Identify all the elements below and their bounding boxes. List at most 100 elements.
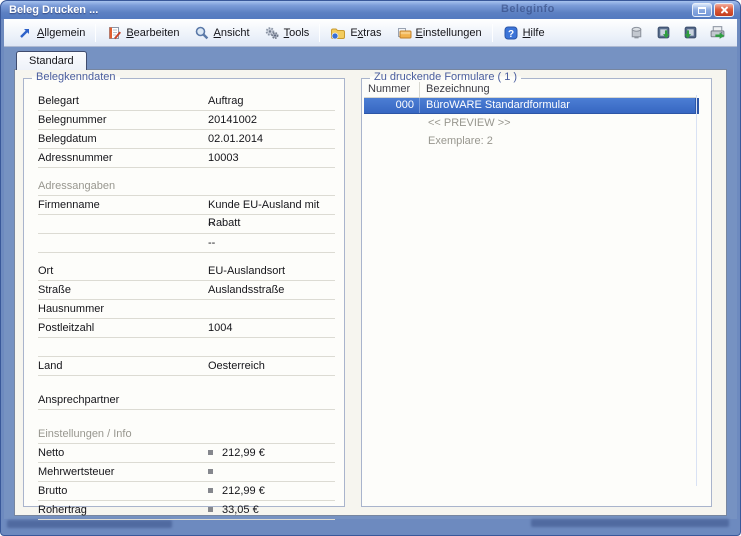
section-adressangaben: Adressangaben: [38, 177, 335, 196]
row-firmenname-2: --: [38, 215, 335, 234]
field-label: Hausnummer: [38, 303, 105, 315]
cell-nummer: 000: [364, 98, 420, 113]
group-legend: Belegkenndaten: [32, 71, 120, 83]
menu-item-allgemein[interactable]: Allgemein: [10, 23, 92, 43]
copies-option[interactable]: Exemplare: 2: [364, 132, 709, 150]
window-title: Beleg Drucken ...: [9, 4, 99, 16]
field-label: Belegdatum: [38, 133, 97, 145]
preview-option[interactable]: << PREVIEW >>: [364, 114, 709, 132]
field-value: --: [208, 237, 216, 249]
field-value: 33,05 €: [208, 501, 335, 519]
row-belegnummer: Belegnummer 20141002: [38, 111, 335, 130]
menu-label: Ansicht: [213, 26, 250, 39]
row-blank: [38, 338, 335, 357]
arrow-up-right-icon: [20, 28, 29, 38]
field-value: 10003: [208, 152, 239, 164]
menu-label: Bearbeiten: [126, 26, 180, 39]
cell-bezeichnung: BüroWARE Standardformular: [426, 99, 570, 111]
value-marker-icon: [208, 488, 213, 493]
maximize-button[interactable]: [692, 3, 712, 17]
field-value: 212,99 €: [208, 444, 335, 462]
field-label: Adressnummer: [38, 152, 113, 164]
menu-item-extras[interactable]: Extras: [323, 23, 388, 43]
row-ort: Ort EU-Auslandsort: [38, 262, 335, 281]
export-down-icon[interactable]: [655, 24, 672, 41]
field-label: Rohertrag: [38, 504, 87, 516]
menu-item-hilfe[interactable]: ? Hilfe: [496, 23, 552, 43]
field-value: --: [208, 218, 216, 230]
field-value: Auftrag: [208, 95, 244, 107]
row-postleitzahl: Postleitzahl 1004: [38, 319, 335, 338]
row-brutto: Brutto 212,99 €: [38, 482, 335, 501]
help-icon: ?: [504, 26, 518, 40]
group-belegkenndaten: Belegkenndaten Belegart Auftrag Belegnum…: [23, 71, 345, 520]
toolbar-separator: [95, 23, 97, 42]
list-header: Nummer Bezeichnung: [364, 82, 697, 98]
tab-label: Standard: [29, 55, 74, 67]
column-track-line: [696, 95, 697, 486]
form-rows: Belegart Auftrag Belegnummer 20141002 Be…: [38, 92, 335, 520]
field-value: [208, 338, 335, 356]
menu-label: Allgemein: [37, 26, 86, 39]
field-value: 1004: [208, 322, 233, 334]
field-value: Auslandsstraße: [208, 284, 285, 296]
menu-item-bearbeiten[interactable]: Bearbeiten: [99, 23, 186, 43]
row-netto: Netto 212,99 €: [38, 444, 335, 463]
field-label: Netto: [38, 447, 65, 459]
field-label: Belegnummer: [38, 114, 107, 126]
row-spacer: [38, 253, 335, 262]
field-label: Straße: [38, 284, 72, 296]
content-area: Standard Belegkenndaten Belegart Auftrag…: [4, 47, 737, 520]
folder-icon: [331, 28, 346, 39]
archive-icon[interactable]: [628, 24, 645, 41]
field-value: [208, 391, 335, 409]
toolbar: Allgemein Bearbeiten Ansicht Tools Extra…: [4, 19, 737, 47]
field-label: Ansprechpartner: [38, 394, 120, 406]
titlebar[interactable]: Beleg Drucken ... Beleginfo: [1, 1, 740, 19]
field-label: Ort: [38, 265, 54, 277]
settings-icon: [397, 27, 411, 38]
import-down-icon[interactable]: [682, 24, 699, 41]
column-header-nummer[interactable]: Nummer: [364, 82, 420, 97]
row-strasse: Straße Auslandsstraße: [38, 281, 335, 300]
field-label: [38, 215, 208, 233]
menu-label: Tools: [283, 26, 310, 39]
print-redirect-icon[interactable]: [709, 24, 726, 41]
row-spacer: [38, 376, 335, 391]
close-button[interactable]: [714, 3, 734, 17]
menu-label: Einstellungen: [415, 26, 482, 39]
toolbar-separator: [319, 23, 321, 42]
watermark-text: Beleginfo: [501, 3, 555, 15]
row-belegdatum: Belegdatum 02.01.2014: [38, 130, 335, 149]
column-header-bezeichnung[interactable]: Bezeichnung: [420, 82, 697, 97]
gears-icon: [265, 26, 279, 39]
field-value: [208, 463, 335, 481]
field-value: 02.01.2014: [208, 133, 264, 145]
maximize-icon: [698, 6, 706, 14]
list-row-selected[interactable]: 000 BüroWARE Standardformular: [364, 98, 699, 114]
watermark-artifact: [531, 519, 729, 527]
svg-text:?: ?: [508, 29, 514, 40]
row-firmenname-3: --: [38, 234, 335, 253]
menu-item-einstellungen[interactable]: Einstellungen: [389, 23, 489, 43]
edit-note-icon: [109, 26, 122, 39]
menu-label: Hilfe: [522, 26, 545, 39]
section-einstellungen-info: Einstellungen / Info: [38, 425, 335, 444]
tab-standard[interactable]: Standard: [16, 51, 87, 70]
value-marker-icon: [208, 469, 213, 474]
value-marker-icon: [208, 507, 213, 512]
beleg-drucken-window: Beleg Drucken ... Beleginfo Allgemein Be…: [0, 0, 741, 536]
field-label: Belegart: [38, 95, 79, 107]
field-value: 20141002: [208, 114, 257, 126]
field-label: Postleitzahl: [38, 322, 95, 334]
field-label: [38, 338, 208, 356]
row-hausnummer: Hausnummer: [38, 300, 335, 319]
toolbar-separator: [491, 23, 493, 42]
menu-item-ansicht[interactable]: Ansicht: [187, 23, 257, 43]
field-label: Firmenname: [38, 199, 100, 211]
main-panel: Belegkenndaten Belegart Auftrag Belegnum…: [14, 69, 727, 520]
menu-item-tools[interactable]: Tools: [257, 23, 317, 43]
row-land: Land Oesterreich: [38, 357, 335, 376]
field-value: [208, 300, 335, 318]
watermark-artifact: [7, 520, 172, 528]
